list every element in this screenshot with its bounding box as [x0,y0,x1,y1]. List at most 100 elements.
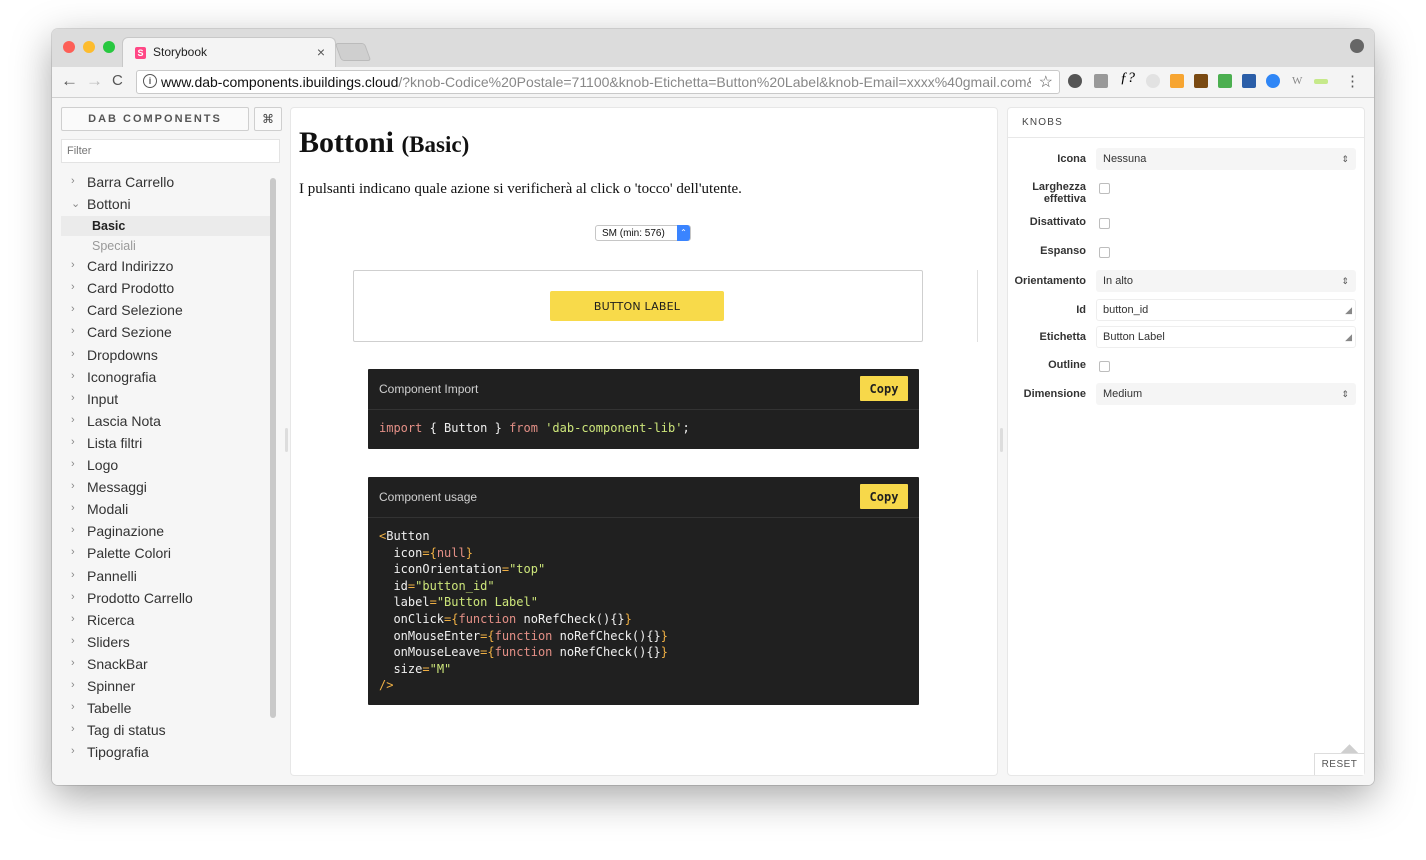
tree-item-tipografia[interactable]: › Tipografia [61,742,272,764]
tree-item-paginazione[interactable]: › Paginazione [61,521,272,543]
tree-item-iconografia[interactable]: › Iconografia [61,367,272,389]
copy-usage-button[interactable]: Copy [860,484,908,509]
tree-item-bottoni[interactable]: ⌄ Bottoni [61,194,272,216]
code-box-title: Component Import [379,382,479,396]
id-input[interactable]: button_id ◢ [1096,299,1356,321]
site-info-icon[interactable]: i [143,74,157,88]
disattivato-checkbox[interactable] [1099,218,1110,229]
tree-item-modali[interactable]: › Modali [61,499,272,521]
code-punct: } [660,645,669,660]
larghezza-checkbox[interactable] [1099,183,1110,194]
code-attr: onMouseLeave [379,645,481,660]
back-icon[interactable]: ← [61,71,78,91]
copy-import-button[interactable]: Copy [860,376,908,401]
browser-tab[interactable]: S Storybook × [122,37,336,67]
icona-select[interactable]: Nessuna ⇕ [1096,148,1356,170]
sidebar-scrollbar[interactable] [270,178,276,718]
tree-item-card-sezione[interactable]: › Card Sezione [61,322,272,344]
tree-item-tabelle[interactable]: › Tabelle [61,698,272,720]
reload-icon[interactable]: C [112,72,123,89]
tree-subitem-speciali[interactable]: Speciali [61,236,272,256]
tree-item-card-selezione[interactable]: › Card Selezione [61,300,272,322]
code-attr: icon [379,545,423,560]
tree-item-lista-filtri[interactable]: › Lista filtri [61,433,272,455]
import-code: import { Button } from 'dab-component-li… [368,410,919,447]
chevron-right-icon: › [71,612,75,625]
knobs-tab[interactable]: KNOBS [1022,117,1063,128]
tree-item-dropdowns[interactable]: › Dropdowns [61,345,272,367]
shortcuts-button[interactable]: ⌘ [254,107,282,131]
panel-resize-handle[interactable] [1000,428,1003,452]
maximize-window-icon[interactable] [103,41,115,53]
dimensione-select[interactable]: Medium ⇕ [1096,383,1356,405]
chevron-right-icon: › [71,568,75,581]
bookmark-star-icon[interactable]: ☆ [1039,72,1053,92]
code-punct: ={ [422,545,437,560]
outline-checkbox[interactable] [1099,361,1110,372]
tree-item-label: Modali [87,501,129,518]
code-keyword: function [494,628,553,643]
chevron-right-icon: › [71,524,75,537]
orientamento-select[interactable]: In alto ⇕ [1096,270,1356,292]
tree-item-snackbar[interactable]: › SnackBar [61,654,272,676]
code-box-header: Component Import Copy [368,369,919,410]
code-keyword: from [509,421,538,435]
url-text[interactable]: www.dab-components.ibuildings.cloud/?kno… [161,74,1031,90]
evernote-extension-icon[interactable] [1068,74,1082,88]
font-extension-icon[interactable]: ƒ? [1120,70,1138,86]
resize-grip-icon: ◢ [1345,305,1352,315]
browser-menu-icon[interactable]: ⋮ [1345,72,1360,90]
tree-item-sliders[interactable]: › Sliders [61,632,272,654]
code-attr: onClick [379,611,445,626]
tree-item-logo[interactable]: › Logo [61,455,272,477]
new-tab-button[interactable] [334,43,372,61]
chevron-right-icon: › [71,502,75,515]
tree-item-messaggi[interactable]: › Messaggi [61,477,272,499]
tab-bar: S Storybook × [52,29,1374,67]
select-value: In alto [1103,275,1133,287]
profile-icon[interactable] [1350,39,1364,53]
camera-extension-icon[interactable] [1094,74,1108,88]
wikipedia-extension-icon[interactable]: W [1292,75,1306,89]
tree-item-input[interactable]: › Input [61,389,272,411]
tree-subitem-basic[interactable]: Basic [61,216,272,237]
tree-item-lascia-nota[interactable]: › Lascia Nota [61,411,272,433]
sidebar-resize-handle[interactable] [285,428,288,452]
tab-close-icon[interactable]: × [317,44,325,60]
chart-extension-icon[interactable] [1170,74,1184,88]
tree-item-card-indirizzo[interactable]: › Card Indirizzo [61,256,272,278]
reset-button[interactable]: RESET [1314,753,1364,775]
tree-item-prodotto-carrello[interactable]: › Prodotto Carrello [61,588,272,610]
storybook-app: DAB COMPONENTS ⌘ › Barra Carrello ⌄ Botton… [52,98,1374,785]
tree-item-card-prodotto[interactable]: › Card Prodotto [61,278,272,300]
screen-extension-icon[interactable] [1242,74,1256,88]
etichetta-input[interactable]: Button Label ◢ [1096,326,1356,348]
tree-item-spinner[interactable]: › Spinner [61,676,272,698]
forward-icon[interactable]: → [86,71,103,91]
k-extension-icon[interactable] [1194,74,1208,88]
close-window-icon[interactable] [63,41,75,53]
espanso-checkbox[interactable] [1099,247,1110,258]
tree-item-pannelli[interactable]: › Pannelli [61,566,272,588]
wave-extension-icon[interactable] [1314,79,1328,84]
brand-button[interactable]: DAB COMPONENTS [61,107,249,131]
a-extension-icon[interactable] [1266,74,1280,88]
code-keyword: function [494,645,553,660]
color-extension-icon[interactable] [1218,74,1232,88]
code-string: 'dab-component-lib' [545,421,683,435]
browser-window: S Storybook × ← → C i www.dab-components… [52,29,1374,785]
tree-subitem-label: Basic [92,219,126,234]
tree-item-tag-di-status[interactable]: › Tag di status [61,720,272,742]
breakpoint-select[interactable]: SM (min: 576) ⌃ [595,225,691,241]
minimize-window-icon[interactable] [83,41,95,53]
filter-input[interactable] [61,139,280,163]
knob-label-id: Id [1076,304,1086,316]
tree-item-label: Pannelli [87,567,137,584]
tree-item-barra-carrello[interactable]: › Barra Carrello [61,172,272,194]
ghost-extension-icon[interactable] [1146,74,1160,88]
code-punct: = [429,595,437,610]
demo-button[interactable]: BUTTON LABEL [550,291,724,321]
address-bar[interactable]: i www.dab-components.ibuildings.cloud/?k… [136,70,1060,94]
tree-item-palette-colori[interactable]: › Palette Colori [61,543,272,565]
tree-item-ricerca[interactable]: › Ricerca [61,610,272,632]
